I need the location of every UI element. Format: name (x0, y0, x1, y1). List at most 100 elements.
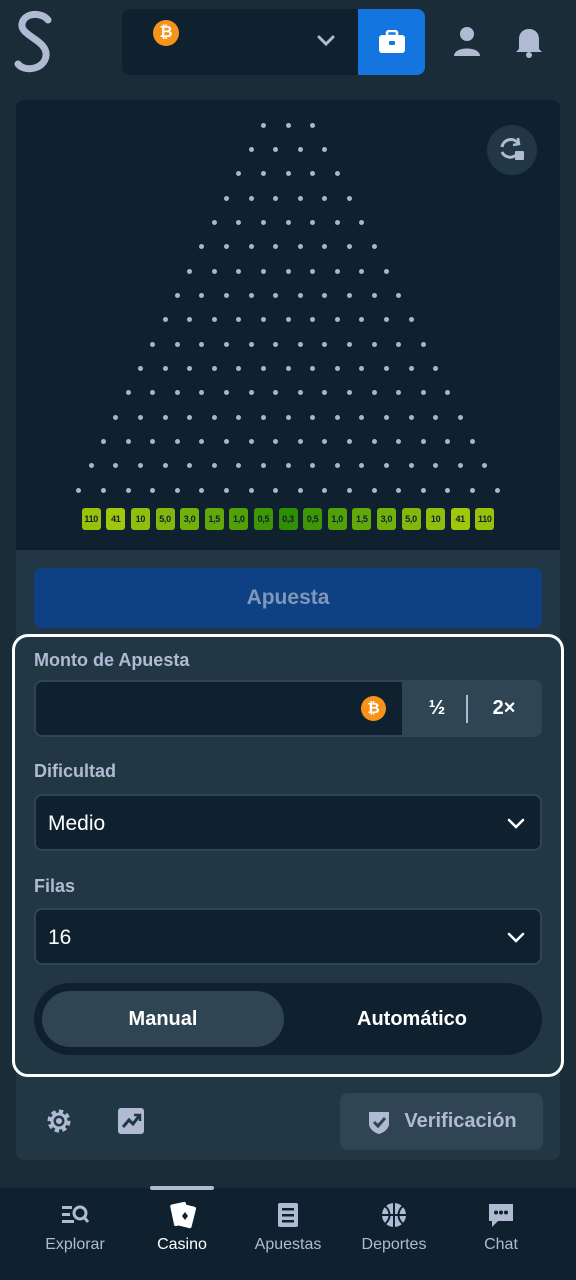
logo-icon[interactable] (14, 10, 56, 74)
verification-label: Verificación (404, 1110, 517, 1132)
peg (347, 341, 352, 347)
peg (383, 268, 389, 274)
peg (297, 487, 303, 493)
peg (433, 414, 439, 420)
half-amount-button[interactable]: ½ (408, 684, 466, 733)
peg (187, 414, 193, 420)
shield-check-icon (369, 1111, 390, 1134)
peg (408, 366, 414, 371)
peg (297, 439, 303, 445)
difficulty-select[interactable]: Medio (34, 794, 542, 851)
peg (285, 317, 291, 323)
peg (224, 292, 229, 298)
stats-icon[interactable] (116, 1106, 146, 1136)
peg (334, 219, 340, 225)
peg (125, 390, 131, 396)
mode-manual-tab[interactable]: Manual (42, 991, 284, 1047)
double-amount-button[interactable]: 2× (470, 684, 538, 733)
peg (420, 341, 426, 347)
bitcoin-icon: ₿ (153, 20, 179, 46)
multiplier-bucket: 41 (106, 508, 126, 530)
peg (101, 487, 106, 493)
active-tab-indicator (150, 1186, 214, 1190)
multiplier-bucket: 3,0 (180, 508, 200, 530)
multiplier-bucket: 5,0 (401, 508, 421, 530)
peg (408, 463, 414, 469)
peg (408, 414, 414, 420)
nav-label: Apuestas (254, 1236, 322, 1253)
peg (211, 366, 217, 371)
nav-item-chat[interactable]: Chat (446, 1200, 556, 1270)
peg (285, 366, 291, 371)
peg (396, 487, 402, 493)
peg (285, 463, 291, 469)
swap-button[interactable] (487, 125, 537, 175)
mode-auto-tab[interactable]: Automático (290, 991, 534, 1047)
peg (162, 317, 168, 323)
peg (285, 122, 291, 128)
peg (383, 414, 389, 420)
wallet-button[interactable] (358, 9, 425, 75)
amount-label: Monto de Apuesta (34, 650, 190, 670)
peg (470, 487, 475, 493)
multiplier-bucket: 41 (450, 508, 470, 530)
bet-amount-input[interactable] (34, 680, 404, 737)
peg (334, 366, 340, 371)
chevron-down-icon[interactable] (315, 30, 337, 52)
peg (383, 366, 389, 371)
multiplier-bucket: 0,5 (253, 508, 273, 530)
peg (285, 219, 291, 225)
multiplier-bucket: 110 (475, 508, 495, 530)
basketball-icon (382, 1203, 406, 1227)
peg (371, 439, 377, 445)
peg (334, 414, 340, 420)
bet-button[interactable]: Apuesta (34, 568, 542, 628)
peg (187, 268, 193, 274)
nav-label: Chat (484, 1236, 518, 1253)
peg (285, 414, 291, 420)
multiplier-bucket: 5,0 (155, 508, 175, 530)
user-icon[interactable] (450, 24, 484, 58)
verification-button[interactable]: Verificación (340, 1093, 543, 1150)
rows-value: 16 (48, 926, 72, 949)
multiplier-bucket: 10 (426, 508, 446, 530)
nav-item-explorar[interactable]: Explorar (20, 1200, 130, 1270)
nav-label: Casino (157, 1236, 207, 1253)
peg (297, 292, 303, 298)
peg (371, 487, 377, 493)
multiplier-bucket: 1,0 (229, 508, 249, 530)
chevron-down-icon (507, 818, 525, 829)
peg (137, 414, 143, 420)
multiplier-bucket: 1,0 (327, 508, 347, 530)
peg (260, 122, 266, 128)
bell-icon[interactable] (512, 24, 546, 58)
rows-select[interactable]: 16 (34, 908, 542, 965)
multiplier-bucket: 0,3 (278, 508, 298, 530)
peg (125, 439, 131, 445)
divider (466, 695, 468, 723)
peg (297, 146, 303, 152)
peg (347, 487, 352, 493)
peg (334, 268, 340, 274)
gear-icon[interactable] (44, 1106, 74, 1136)
chat-icon (489, 1204, 513, 1227)
nav-item-deportes[interactable]: Deportes (339, 1200, 449, 1270)
peg (310, 414, 316, 420)
nav-label: Deportes (361, 1236, 427, 1253)
multiplier-bucket: 1,5 (352, 508, 372, 530)
peg (347, 292, 352, 298)
multiplier-bucket: 10 (130, 508, 150, 530)
peg (297, 195, 303, 201)
peg (248, 390, 254, 396)
nav-item-casino[interactable]: Casino (127, 1200, 237, 1270)
peg (211, 414, 217, 420)
wallet-icon (378, 30, 405, 53)
peg (248, 195, 254, 201)
peg (174, 341, 180, 347)
peg (224, 487, 229, 493)
peg (150, 487, 156, 493)
peg (137, 366, 143, 371)
peg (248, 244, 254, 250)
nav-item-apuestas[interactable]: Apuestas (233, 1200, 343, 1270)
peg (260, 366, 266, 371)
